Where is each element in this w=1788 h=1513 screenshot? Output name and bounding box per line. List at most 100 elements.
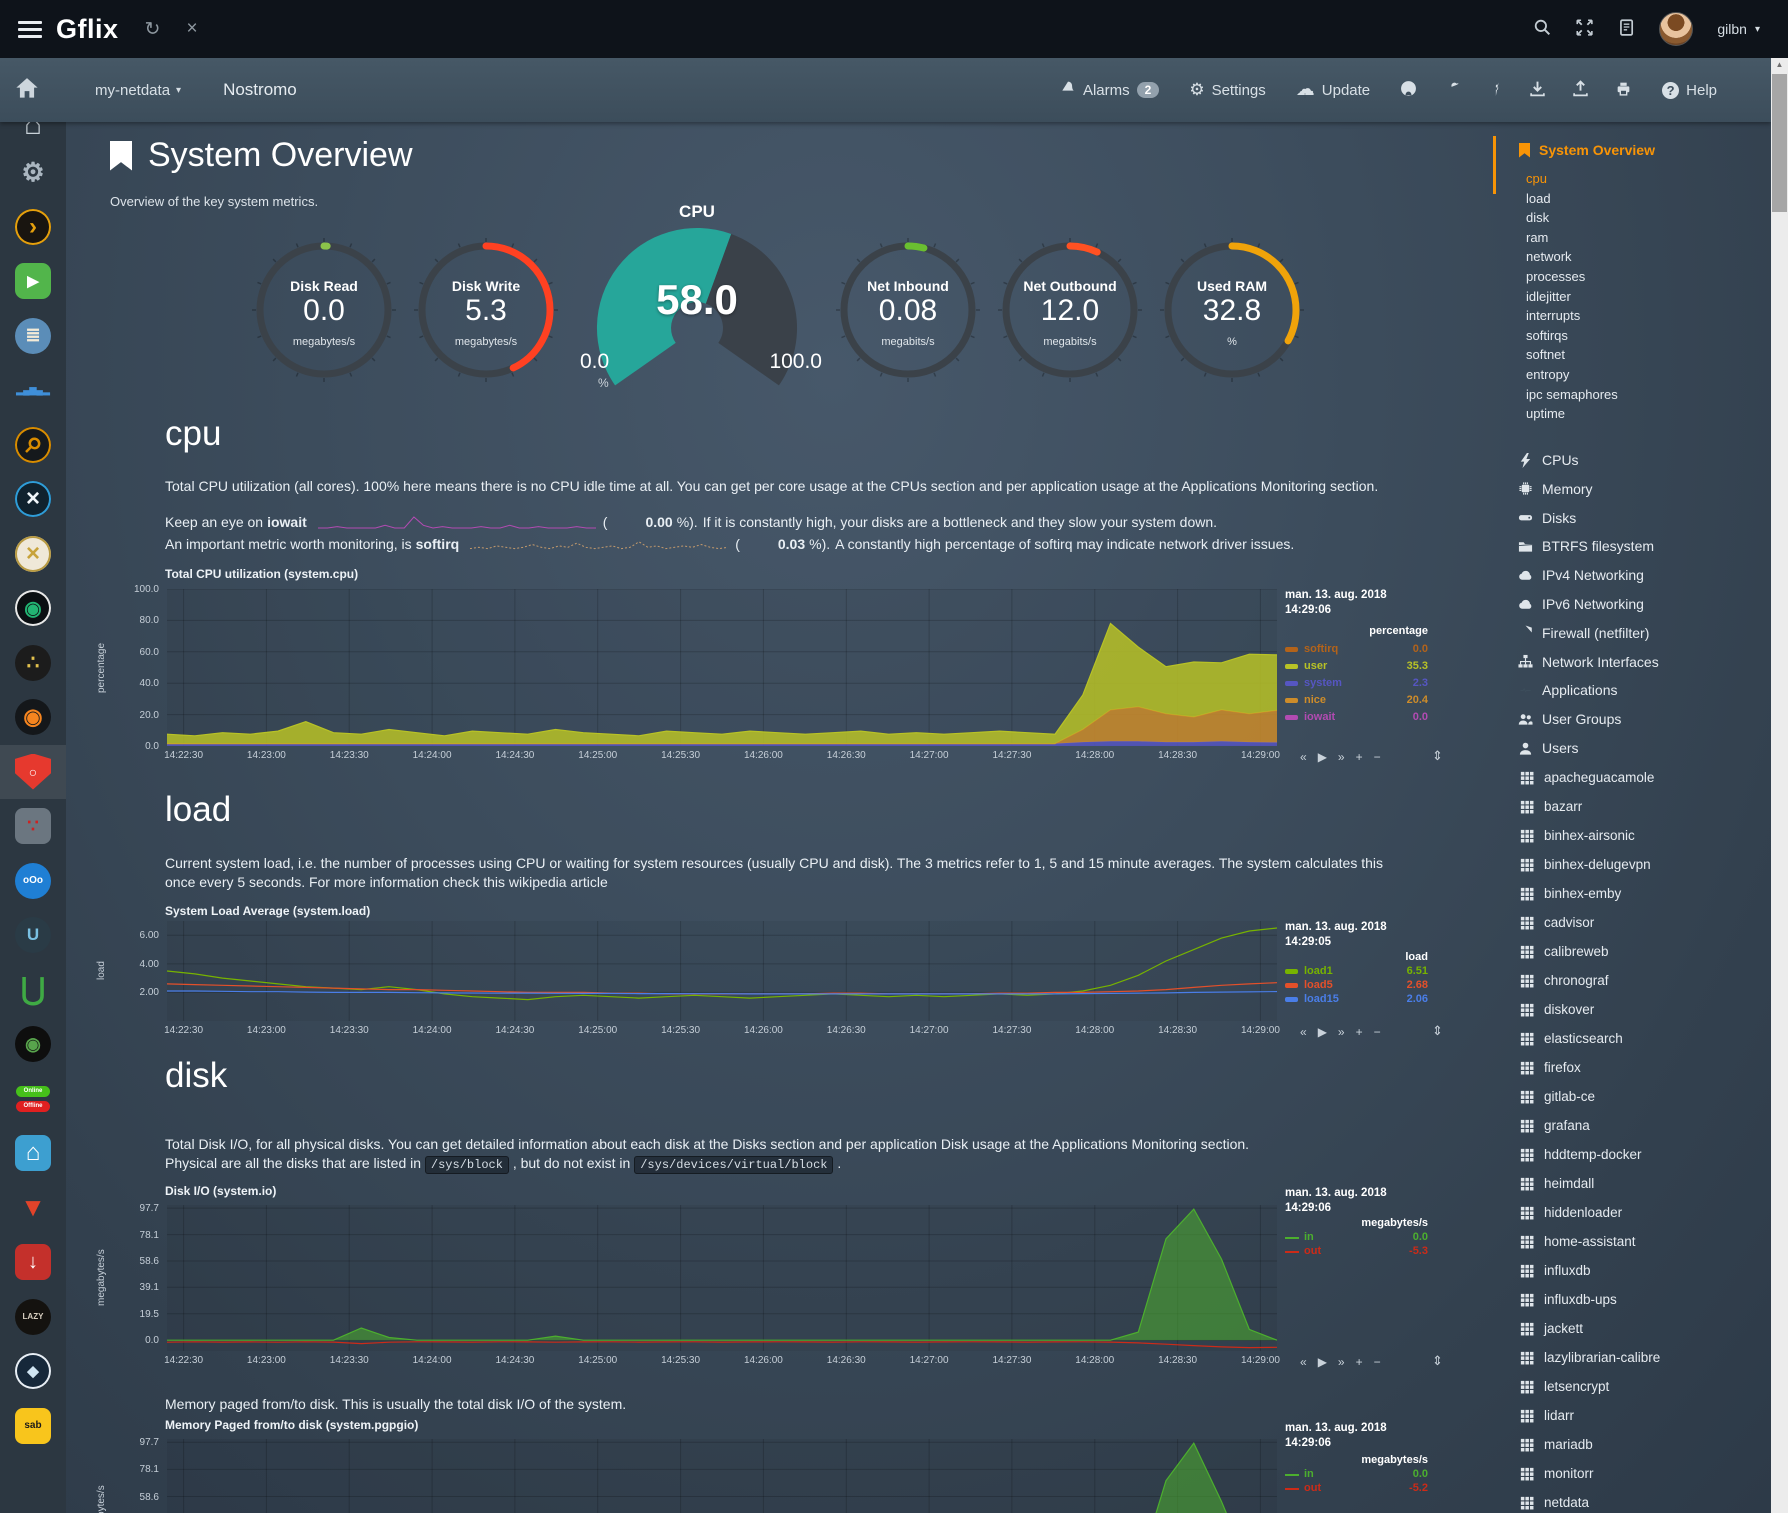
chart-forward-button[interactable]: » <box>1338 1355 1345 1369</box>
chart-play-button[interactable]: ▶ <box>1318 750 1327 764</box>
settings-button[interactable]: ⚙Settings <box>1189 80 1265 100</box>
cpu-chart-canvas[interactable] <box>167 589 1277 746</box>
download-icon[interactable] <box>1529 80 1546 101</box>
nav-app-lidarr[interactable]: lidarr <box>1520 1408 1574 1423</box>
nav-link-softirqs[interactable]: softirqs <box>1526 328 1568 343</box>
nav-link-entropy[interactable]: entropy <box>1526 367 1569 382</box>
chart-resize-handle[interactable]: ⇕ <box>1432 748 1443 764</box>
chart-backward-button[interactable]: « <box>1300 1355 1307 1369</box>
nav-app-binhex-emby[interactable]: binhex-emby <box>1520 886 1621 901</box>
scrollbar-thumb[interactable] <box>1772 74 1787 212</box>
chart-resize-handle[interactable]: ⇕ <box>1432 1353 1443 1369</box>
ombi-app[interactable]: × <box>0 472 66 526</box>
chart-zoom-out-button[interactable]: − <box>1374 750 1381 764</box>
node-graph-app[interactable]: ∴ <box>0 636 66 690</box>
chronograf-app[interactable]: ◉ <box>0 581 66 635</box>
folder-cubes-app[interactable]: ∵ <box>0 799 66 853</box>
nav-link-processes[interactable]: processes <box>1526 269 1585 284</box>
pgpgio-chart-canvas[interactable] <box>167 1439 1277 1513</box>
chart-forward-button[interactable]: » <box>1338 750 1345 764</box>
nextcloud-app[interactable]: oOo <box>0 854 66 908</box>
softirq-sparkline[interactable] <box>469 537 729 551</box>
legend-entry-iowait[interactable]: iowait0.0 <box>1285 711 1428 725</box>
nav-section-ipv4-networking[interactable]: IPv4 Networking <box>1518 567 1644 583</box>
changelog-icon[interactable] <box>1617 18 1635 41</box>
nav-app-influxdb-ups[interactable]: influxdb-ups <box>1520 1292 1617 1307</box>
nav-link-disk[interactable]: disk <box>1526 210 1549 225</box>
alarms-button[interactable]: Alarms2 <box>1060 80 1159 100</box>
legend-entry-out[interactable]: out-5.2 <box>1285 1482 1428 1496</box>
chart-zoom-in-button[interactable]: + <box>1356 1025 1363 1039</box>
netdata-app[interactable]: ○ <box>0 745 66 799</box>
upload-icon[interactable] <box>1572 80 1589 101</box>
net-inbound-gauge[interactable]: Net Inbound0.08megabits/s <box>832 234 984 394</box>
nav-section-user-groups[interactable]: User Groups <box>1518 711 1621 727</box>
avatar[interactable] <box>1659 12 1693 46</box>
legend-entry-system[interactable]: system2.3 <box>1285 677 1428 691</box>
lazylibrarian-app[interactable]: LAZY <box>0 1290 66 1344</box>
nav-app-hddtemp-docker[interactable]: hddtemp-docker <box>1520 1147 1642 1162</box>
scrollbar[interactable]: ▲ <box>1771 58 1788 1513</box>
disk-chart-canvas[interactable] <box>167 1205 1277 1351</box>
nav-section-firewall-netfilter-[interactable]: Firewall (netfilter) <box>1518 625 1649 641</box>
nav-app-firefox[interactable]: firefox <box>1520 1060 1581 1075</box>
chart-zoom-in-button[interactable]: + <box>1356 1355 1363 1369</box>
disk-write-gauge[interactable]: Disk Write5.3megabytes/s <box>410 234 562 394</box>
search-icon[interactable] <box>1533 18 1551 41</box>
chart-zoom-out-button[interactable]: − <box>1374 1025 1381 1039</box>
print-icon[interactable] <box>1615 80 1632 101</box>
load-chart-canvas[interactable] <box>167 921 1277 1021</box>
nav-link-uptime[interactable]: uptime <box>1526 406 1565 421</box>
chart-backward-button[interactable]: « <box>1300 1025 1307 1039</box>
nav-link-ipc-semaphores[interactable]: ipc semaphores <box>1526 387 1618 402</box>
nav-section-applications[interactable]: Applications <box>1518 682 1618 698</box>
grafana-app[interactable]: ◉ <box>0 690 66 744</box>
unifi-app[interactable]: U <box>0 908 66 962</box>
nav-app-apacheguacamole[interactable]: apacheguacamole <box>1520 770 1654 785</box>
youtube-dl-app[interactable]: ↓ <box>0 1235 66 1289</box>
bazarr-app[interactable]: × <box>0 527 66 581</box>
twitter-icon[interactable] <box>1443 80 1460 101</box>
nav-app-bazarr[interactable]: bazarr <box>1520 799 1582 814</box>
nav-app-mariadb[interactable]: mariadb <box>1520 1437 1593 1452</box>
water-drop-app-app[interactable]: ◆ <box>0 1344 66 1398</box>
nav-section-btrfs-filesystem[interactable]: BTRFS filesystem <box>1518 538 1654 554</box>
used-ram-gauge[interactable]: Used RAM32.8% <box>1156 234 1308 394</box>
monitorr-app[interactable]: OnlineOffline <box>0 1072 66 1126</box>
refresh-icon[interactable]: ↻ <box>145 18 161 41</box>
magnet-app-app[interactable]: ⋃ <box>0 963 66 1017</box>
nav-link-load[interactable]: load <box>1526 191 1551 206</box>
nav-app-netdata[interactable]: netdata <box>1520 1495 1589 1510</box>
chart-zoom-in-button[interactable]: + <box>1356 750 1363 764</box>
legend-entry-out[interactable]: out-5.3 <box>1285 1245 1428 1259</box>
facebook-icon[interactable] <box>1486 80 1503 101</box>
nav-app-cadvisor[interactable]: cadvisor <box>1520 915 1594 930</box>
legend-entry-load15[interactable]: load152.06 <box>1285 993 1428 1007</box>
nav-link-ram[interactable]: ram <box>1526 230 1548 245</box>
comic-library-app[interactable]: ≣ <box>0 309 66 363</box>
nav-app-grafana[interactable]: grafana <box>1520 1118 1590 1133</box>
nav-link-network[interactable]: network <box>1526 249 1572 264</box>
settings-app[interactable]: ⚙ <box>0 145 66 199</box>
nav-link-idlejitter[interactable]: idlejitter <box>1526 289 1571 304</box>
nav-section-network-interfaces[interactable]: Network Interfaces <box>1518 654 1659 670</box>
emby-app[interactable]: ▶ <box>0 254 66 308</box>
user-menu[interactable]: gilbn <box>1717 21 1747 37</box>
legend-entry-softirq[interactable]: softirq0.0 <box>1285 643 1428 657</box>
plex-app[interactable]: › <box>0 200 66 254</box>
legend-entry-nice[interactable]: nice20.4 <box>1285 694 1428 708</box>
nav-section-memory[interactable]: Memory <box>1518 481 1593 497</box>
nav-app-jackett[interactable]: jackett <box>1520 1321 1583 1336</box>
nav-app-binhex-delugevpn[interactable]: binhex-delugevpn <box>1520 857 1651 872</box>
nav-app-letsencrypt[interactable]: letsencrypt <box>1520 1379 1609 1394</box>
chart-play-button[interactable]: ▶ <box>1318 1025 1327 1039</box>
chart-backward-button[interactable]: « <box>1300 750 1307 764</box>
nav-app-monitorr[interactable]: monitorr <box>1520 1466 1594 1481</box>
nav-section-cpus[interactable]: CPUs <box>1518 452 1579 468</box>
nav-app-elasticsearch[interactable]: elasticsearch <box>1520 1031 1623 1046</box>
scrollbar-up-arrow[interactable]: ▲ <box>1771 58 1788 72</box>
jackett-app[interactable]: ⚲ <box>0 418 66 472</box>
net-outbound-gauge[interactable]: Net Outbound12.0megabits/s <box>994 234 1146 394</box>
chart-play-button[interactable]: ▶ <box>1318 1355 1327 1369</box>
airsonic-waveform-app[interactable]: ▂▄▆▄▂ <box>0 363 66 417</box>
